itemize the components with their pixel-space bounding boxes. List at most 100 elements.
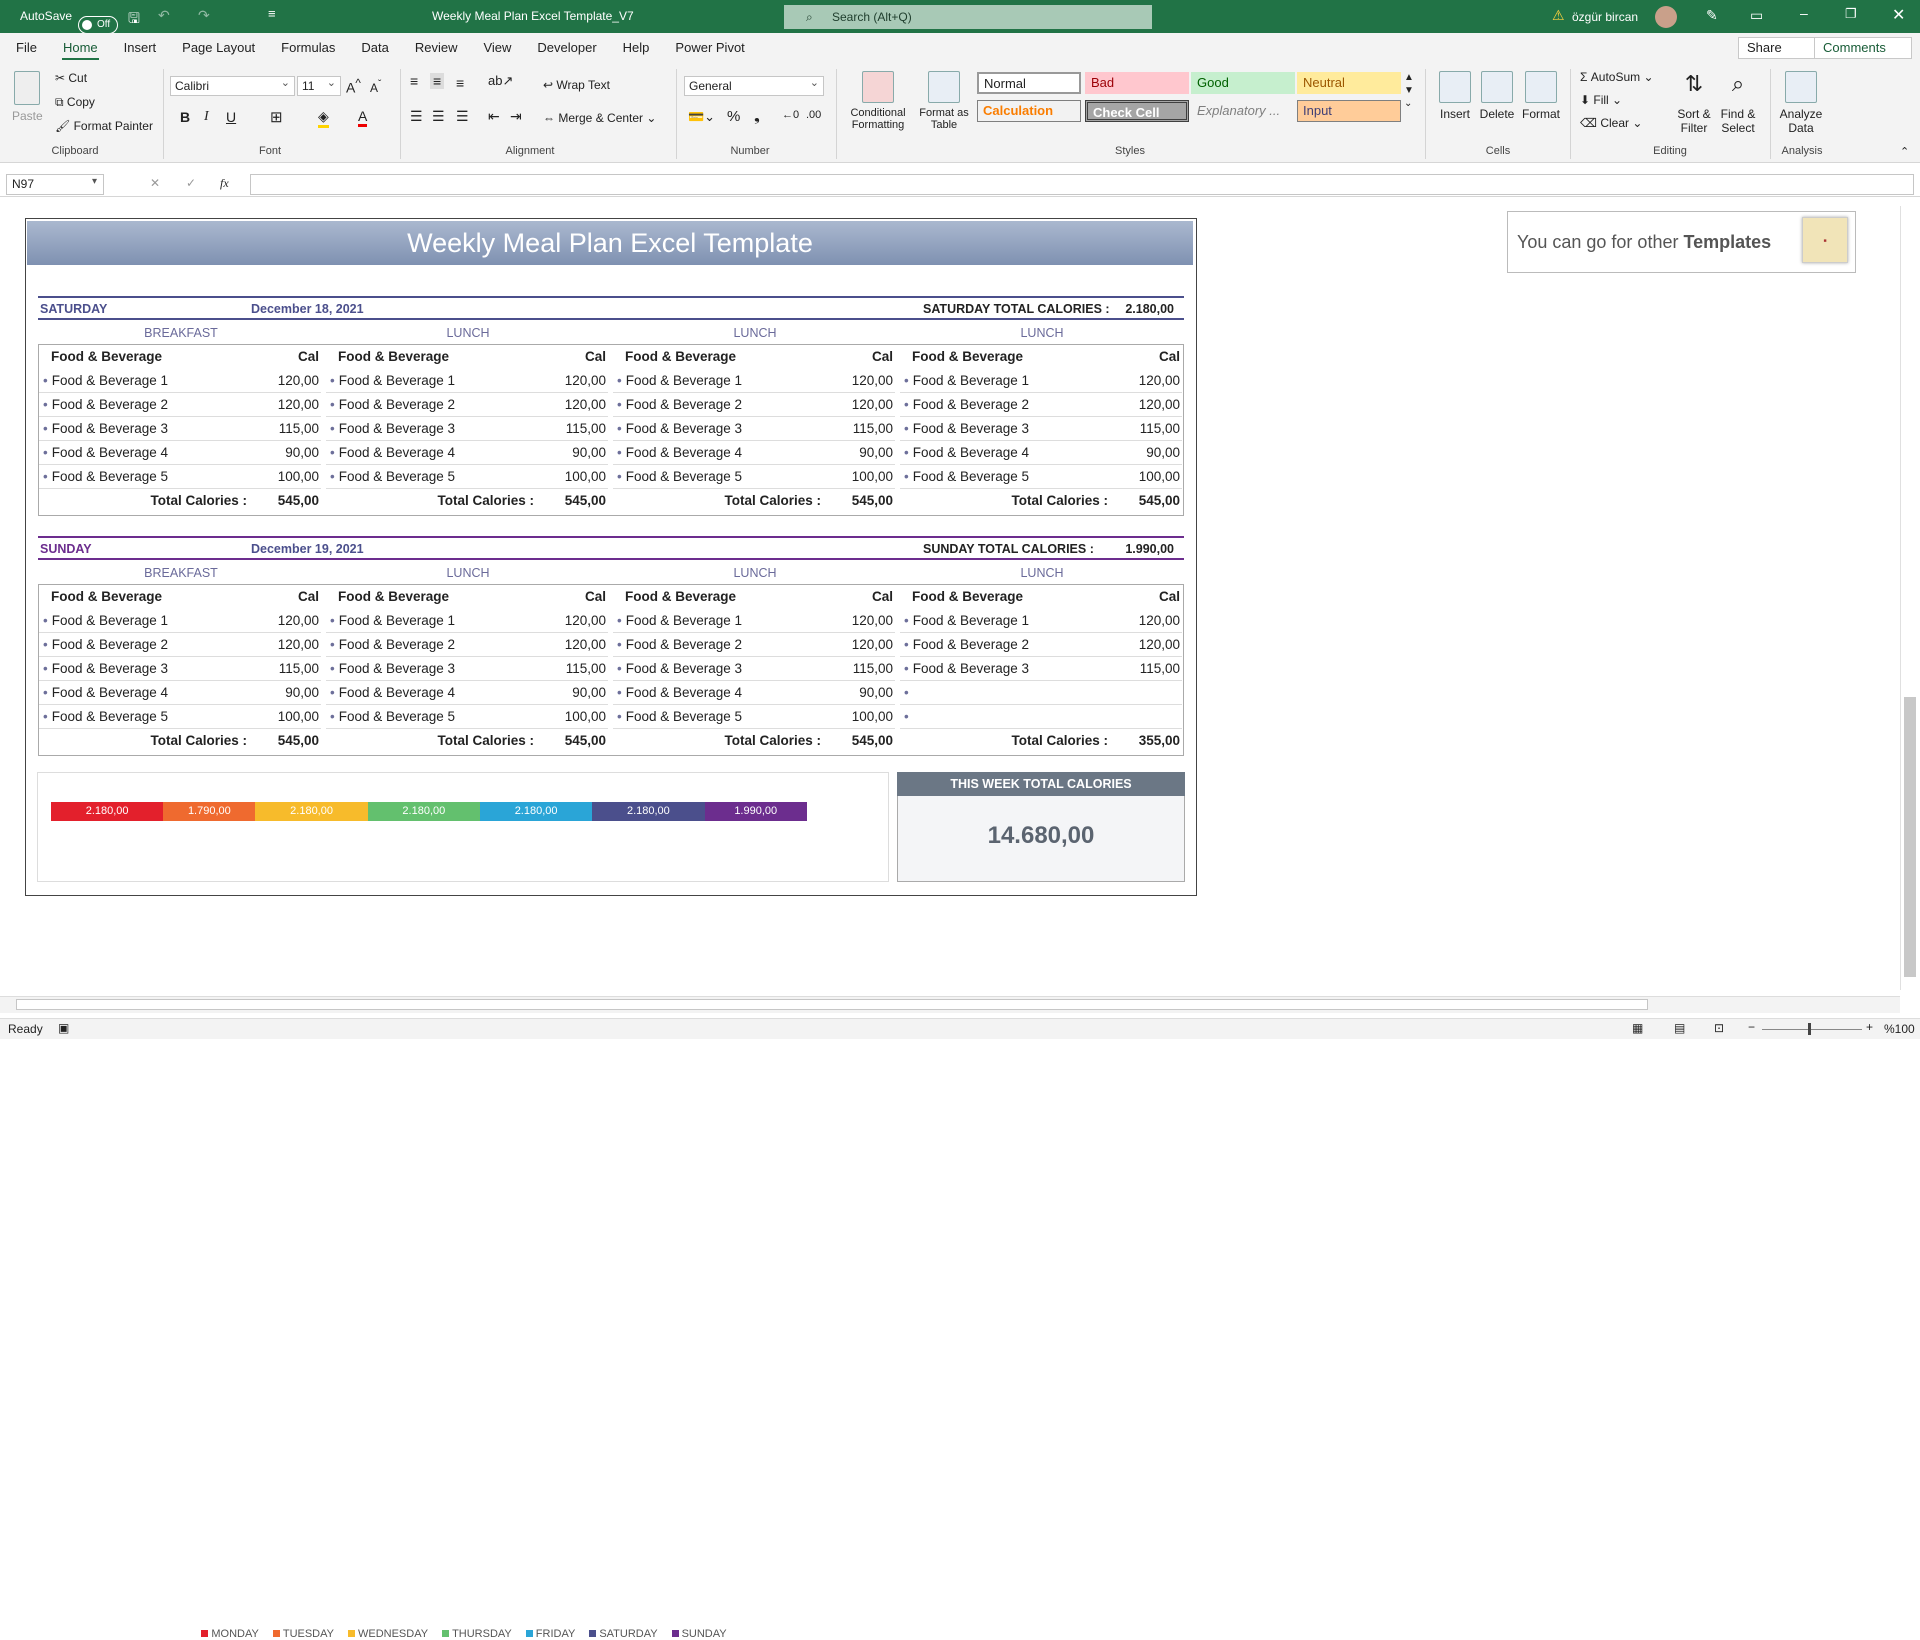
comments-button[interactable]: Comments bbox=[1814, 37, 1912, 59]
table-row[interactable]: • Food & Beverage 1 120,00 bbox=[39, 609, 325, 633]
wrap-text-button[interactable]: ↩ Wrap Text bbox=[543, 78, 610, 92]
tab-page-layout[interactable]: Page Layout bbox=[169, 33, 268, 63]
food-cell[interactable]: • Food & Beverage 1 bbox=[326, 369, 542, 393]
table-row[interactable]: • Food & Beverage 2 120,00 bbox=[39, 633, 325, 657]
table-row[interactable]: • Food & Beverage 1 120,00 bbox=[326, 369, 612, 393]
delete-cells-button[interactable]: Delete bbox=[1477, 71, 1517, 121]
calorie-cell[interactable]: 115,00 bbox=[542, 657, 608, 681]
italic-icon[interactable]: I bbox=[204, 109, 209, 125]
food-cell[interactable]: • Food & Beverage 3 bbox=[39, 417, 255, 441]
restore-icon[interactable]: ❐ bbox=[1845, 6, 1857, 22]
table-row[interactable]: • Food & Beverage 4 90,00 bbox=[39, 681, 325, 705]
table-row[interactable]: • Food & Beverage 2 120,00 bbox=[900, 393, 1186, 417]
food-cell[interactable]: • Food & Beverage 1 bbox=[613, 609, 829, 633]
document-title[interactable]: Weekly Meal Plan Excel Template_V7 bbox=[432, 9, 634, 23]
bold-icon[interactable]: B bbox=[180, 109, 190, 125]
calorie-cell[interactable]: 115,00 bbox=[1116, 657, 1182, 681]
style-normal[interactable]: Normal bbox=[977, 72, 1081, 94]
calorie-cell[interactable]: 120,00 bbox=[542, 633, 608, 657]
close-icon[interactable]: ✕ bbox=[1892, 5, 1905, 25]
tab-home[interactable]: Home bbox=[50, 33, 111, 63]
clear-button[interactable]: ⌫ Clear ⌄ bbox=[1580, 116, 1642, 130]
table-row[interactable]: • Food & Beverage 3 115,00 bbox=[900, 657, 1186, 681]
table-row[interactable]: • Food & Beverage 1 120,00 bbox=[39, 369, 325, 393]
food-cell[interactable]: • Food & Beverage 3 bbox=[326, 657, 542, 681]
accounting-icon[interactable]: 💳⌄ bbox=[688, 109, 715, 125]
calorie-cell[interactable]: 115,00 bbox=[829, 657, 895, 681]
calorie-cell[interactable]: 120,00 bbox=[1116, 393, 1182, 417]
food-cell[interactable]: • Food & Beverage 3 bbox=[900, 657, 1116, 681]
table-row[interactable]: • Food & Beverage 4 90,00 bbox=[613, 441, 899, 465]
table-row[interactable]: • Food & Beverage 2 120,00 bbox=[900, 633, 1186, 657]
style-bad[interactable]: Bad bbox=[1085, 72, 1189, 94]
font-name-select[interactable]: Calibri bbox=[170, 74, 295, 96]
decrease-indent-icon[interactable]: ⇤ bbox=[488, 108, 500, 125]
food-cell[interactable]: • Food & Beverage 5 bbox=[613, 465, 829, 489]
table-row[interactable]: • Food & Beverage 5 100,00 bbox=[326, 705, 612, 729]
food-cell[interactable]: • Food & Beverage 5 bbox=[326, 705, 542, 729]
calorie-cell[interactable]: 120,00 bbox=[255, 609, 321, 633]
table-row[interactable]: • Food & Beverage 3 115,00 bbox=[613, 417, 899, 441]
calorie-cell[interactable]: 120,00 bbox=[1116, 369, 1182, 393]
fill-button[interactable]: ⬇ Fill ⌄ bbox=[1580, 93, 1622, 107]
table-row[interactable]: • Food & Beverage 4 90,00 bbox=[613, 681, 899, 705]
autosave-toggle[interactable]: Off bbox=[78, 15, 118, 34]
align-left-icon[interactable]: ☰ bbox=[410, 108, 423, 125]
table-row[interactable]: • Food & Beverage 3 115,00 bbox=[613, 657, 899, 681]
save-icon[interactable]: 🖫 bbox=[128, 8, 140, 32]
align-center-icon[interactable]: ☰ bbox=[432, 108, 445, 125]
table-row[interactable]: • Food & Beverage 4 90,00 bbox=[39, 441, 325, 465]
table-row[interactable]: • bbox=[900, 705, 1186, 729]
table-row[interactable]: • Food & Beverage 1 120,00 bbox=[900, 369, 1186, 393]
zoom-slider[interactable] bbox=[1762, 1029, 1862, 1030]
food-cell[interactable]: • Food & Beverage 5 bbox=[326, 465, 542, 489]
calorie-cell[interactable]: 90,00 bbox=[829, 441, 895, 465]
food-cell[interactable]: • Food & Beverage 5 bbox=[39, 465, 255, 489]
collapse-ribbon-icon[interactable]: ⌃ bbox=[1900, 145, 1909, 158]
food-cell[interactable]: • Food & Beverage 1 bbox=[900, 369, 1116, 393]
food-cell[interactable]: • Food & Beverage 1 bbox=[39, 369, 255, 393]
food-cell[interactable]: • Food & Beverage 3 bbox=[326, 417, 542, 441]
calorie-cell[interactable]: 90,00 bbox=[255, 681, 321, 705]
table-row[interactable]: • bbox=[900, 681, 1186, 705]
tab-view[interactable]: View bbox=[470, 33, 524, 63]
calorie-cell[interactable]: 90,00 bbox=[255, 441, 321, 465]
food-cell[interactable]: • Food & Beverage 4 bbox=[326, 441, 542, 465]
number-format-select[interactable]: General bbox=[684, 74, 824, 96]
food-cell[interactable]: • Food & Beverage 4 bbox=[900, 441, 1116, 465]
table-row[interactable]: • Food & Beverage 2 120,00 bbox=[39, 393, 325, 417]
calorie-cell[interactable]: 90,00 bbox=[829, 681, 895, 705]
tab-power-pivot[interactable]: Power Pivot bbox=[662, 33, 757, 63]
normal-view-icon[interactable]: ▦ bbox=[1632, 1021, 1643, 1035]
table-row[interactable]: • Food & Beverage 3 115,00 bbox=[900, 417, 1186, 441]
calorie-cell[interactable]: 100,00 bbox=[255, 465, 321, 489]
calorie-cell[interactable]: 120,00 bbox=[542, 609, 608, 633]
calorie-cell[interactable]: 90,00 bbox=[1116, 441, 1182, 465]
table-row[interactable]: • Food & Beverage 5 100,00 bbox=[39, 705, 325, 729]
minimize-icon[interactable]: – bbox=[1800, 5, 1808, 21]
calorie-cell[interactable]: 90,00 bbox=[542, 681, 608, 705]
tab-help[interactable]: Help bbox=[610, 33, 663, 63]
food-cell[interactable]: • Food & Beverage 1 bbox=[39, 609, 255, 633]
calorie-cell[interactable]: 120,00 bbox=[542, 393, 608, 417]
table-row[interactable]: • Food & Beverage 2 120,00 bbox=[326, 393, 612, 417]
food-cell[interactable]: • Food & Beverage 3 bbox=[39, 657, 255, 681]
table-row[interactable]: • Food & Beverage 4 90,00 bbox=[326, 441, 612, 465]
borders-icon[interactable]: ⊞ bbox=[270, 108, 283, 126]
food-cell[interactable]: • Food & Beverage 1 bbox=[326, 609, 542, 633]
find-select-button[interactable]: ⌕ Find & Select bbox=[1716, 71, 1760, 135]
tab-formulas[interactable]: Formulas bbox=[268, 33, 348, 63]
food-cell[interactable]: • Food & Beverage 4 bbox=[613, 681, 829, 705]
align-middle-icon[interactable]: ≡ bbox=[430, 73, 445, 89]
redo-icon[interactable]: ↷ bbox=[198, 7, 210, 24]
merge-center-button[interactable]: ⇔ Merge & Center ⌄ bbox=[543, 111, 656, 125]
table-row[interactable]: • Food & Beverage 3 115,00 bbox=[326, 417, 612, 441]
sort-filter-button[interactable]: ⇅ Sort & Filter bbox=[1672, 71, 1716, 135]
decrease-decimal-icon[interactable]: .00 bbox=[806, 109, 821, 121]
table-row[interactable]: • Food & Beverage 2 120,00 bbox=[613, 633, 899, 657]
calorie-cell[interactable]: 120,00 bbox=[255, 393, 321, 417]
calorie-cell[interactable]: 120,00 bbox=[829, 633, 895, 657]
name-box[interactable]: N97 bbox=[6, 174, 104, 195]
food-cell[interactable]: • Food & Beverage 3 bbox=[900, 417, 1116, 441]
food-cell[interactable]: • Food & Beverage 2 bbox=[326, 633, 542, 657]
